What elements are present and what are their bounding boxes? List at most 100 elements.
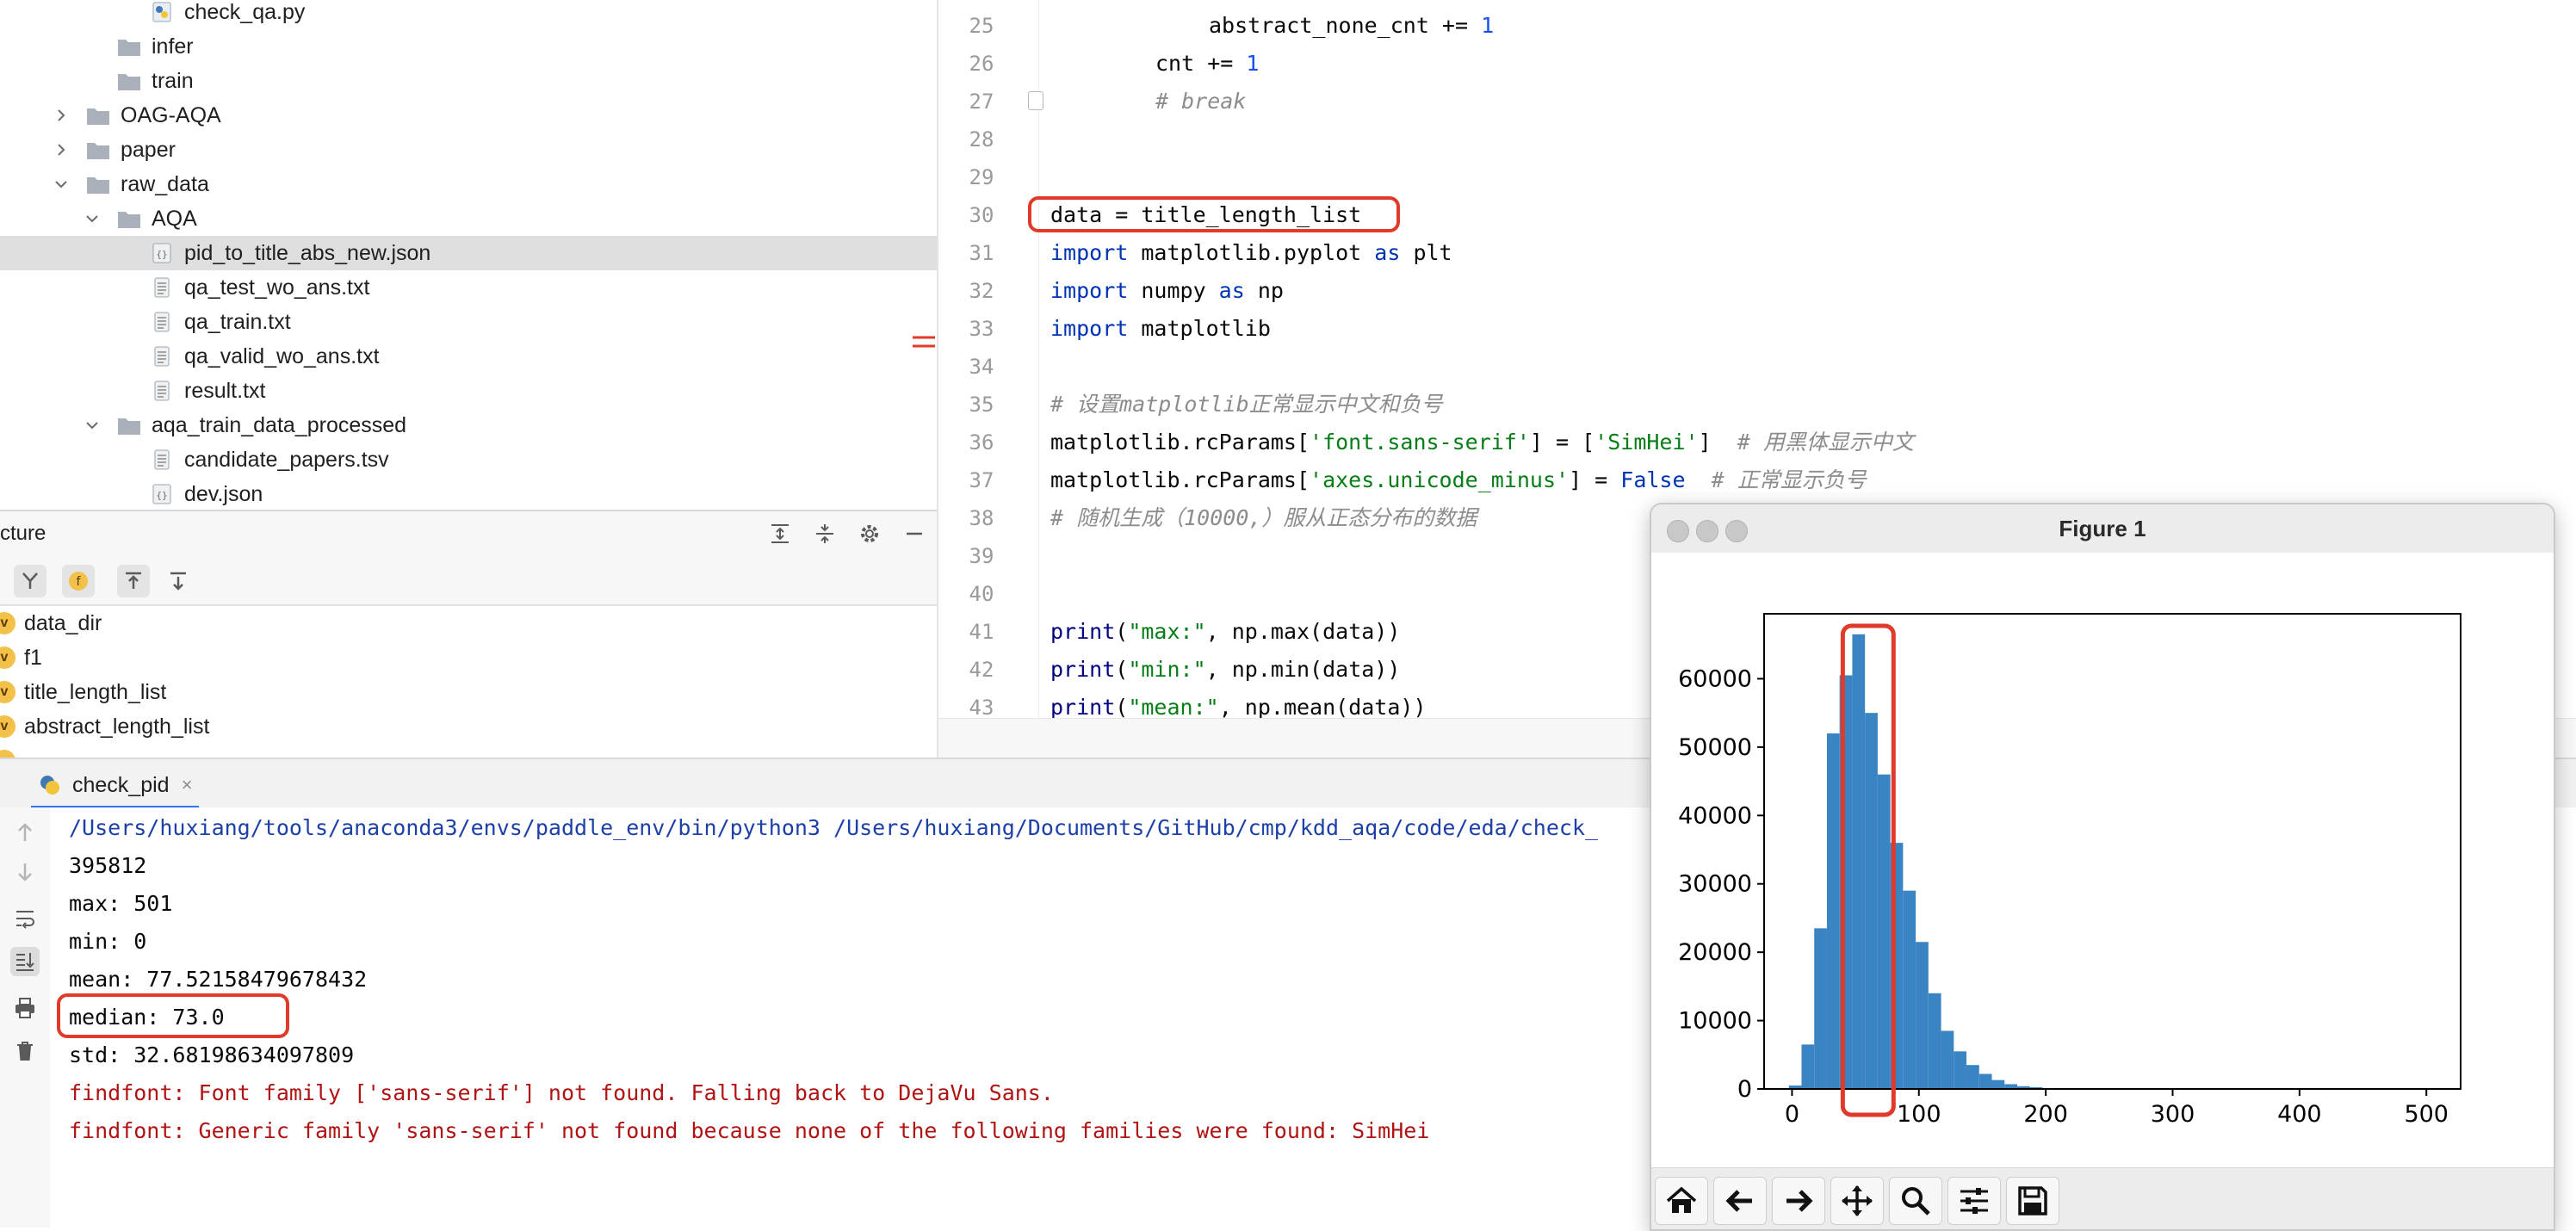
histogram-bar <box>1865 713 1878 1089</box>
scroll-to-end-icon[interactable] <box>10 947 40 976</box>
matplotlib-figure-window[interactable]: Figure 1 0100200300400500 01000020000300… <box>1650 503 2555 1231</box>
x-axis-ticks: 0100200300400500 <box>1785 1089 2449 1128</box>
tree-item-pid-to-title-abs-new[interactable]: {} pid_to_title_abs_new.json <box>0 236 937 270</box>
y-tick-label: 50000 <box>1678 734 1752 761</box>
console-line: findfont: Font family ['sans-serif'] not… <box>69 1074 1054 1112</box>
code-token: ( <box>1115 695 1128 718</box>
code-token: 1 <box>1246 51 1259 76</box>
minimize-icon[interactable] <box>901 520 928 547</box>
tree-item-paper[interactable]: paper <box>0 133 937 167</box>
tree-item-train[interactable]: train <box>0 64 937 98</box>
soft-wrap-icon[interactable] <box>10 904 40 933</box>
structure-item-partial[interactable] <box>0 744 24 758</box>
tree-item-result[interactable]: result.txt <box>0 374 937 408</box>
code-line-31: import matplotlib.pyplot as plt <box>1050 234 1452 272</box>
code-token <box>1686 467 1712 492</box>
run-side-toolbar <box>0 807 51 1228</box>
structure-item-label: f1 <box>24 646 42 671</box>
tree-item-qa-valid[interactable]: qa_valid_wo_ans.txt <box>0 339 937 374</box>
x-tick-label: 400 <box>2277 1101 2322 1128</box>
code-token: ( <box>1115 657 1128 682</box>
code-token: , np.min(data)) <box>1206 657 1401 682</box>
histogram-bar <box>1916 942 1929 1089</box>
pan-move-icon[interactable] <box>1830 1177 1884 1225</box>
code-token: ] = <box>1569 467 1620 492</box>
histogram-bars <box>1789 634 2081 1089</box>
trash-icon[interactable] <box>10 1036 40 1066</box>
histogram-bar <box>1852 634 1865 1089</box>
code-token: matplotlib <box>1119 392 1249 417</box>
expand-all-icon[interactable] <box>766 520 794 547</box>
gear-icon[interactable] <box>856 520 883 547</box>
autoscroll-from-source-icon[interactable] <box>162 565 195 597</box>
line-number: 27 <box>938 83 1025 121</box>
tree-item-dev-json[interactable]: {} dev.json <box>0 477 937 510</box>
line-number-gutter: 25 26 27 28 29 30 31 32 33 34 35 36 37 3… <box>938 0 1039 718</box>
show-fields-icon[interactable]: f <box>62 565 95 597</box>
close-icon[interactable]: × <box>182 774 193 796</box>
structure-item-data-dir[interactable]: v data_dir <box>0 606 102 640</box>
json-file-icon: {} <box>150 483 174 505</box>
code-token: 10000, <box>1184 505 1261 530</box>
structure-item-f1[interactable]: v f1 <box>0 640 42 675</box>
forward-arrow-icon[interactable] <box>1772 1177 1825 1225</box>
chevron-down-icon[interactable] <box>84 418 100 433</box>
tree-item-aqa-train-data-processed[interactable]: aqa_train_data_processed <box>0 408 937 442</box>
chevron-down-icon[interactable] <box>84 211 100 226</box>
save-disk-icon[interactable] <box>2006 1177 2059 1225</box>
tree-item-aqa[interactable]: AQA <box>0 201 937 236</box>
tree-item-infer[interactable]: infer <box>0 29 937 64</box>
chevron-right-icon[interactable] <box>53 142 69 158</box>
code-line-25: abstract_none_cnt += 1 <box>1209 7 1494 45</box>
code-token: 'font.sans-serif' <box>1310 430 1530 455</box>
back-arrow-icon[interactable] <box>1713 1177 1767 1225</box>
home-icon[interactable] <box>1655 1177 1708 1225</box>
structure-item-abstract-length-list[interactable]: v abstract_length_list <box>0 709 209 744</box>
structure-item-title-length-list[interactable]: v title_length_list <box>0 675 166 709</box>
y-tick-label: 30000 <box>1678 871 1752 898</box>
structure-toolbar: f <box>0 556 937 606</box>
tree-item-candidate-papers[interactable]: candidate_papers.tsv <box>0 442 937 477</box>
structure-panel-title: cture <box>0 522 46 546</box>
fold-marker-icon[interactable] <box>1028 91 1043 110</box>
code-line-35: # 设置matplotlib正常显示中文和负号 <box>1050 386 1443 424</box>
code-token: ）服从正态分布的数据 <box>1261 505 1477 530</box>
collapse-all-icon[interactable] <box>811 520 839 547</box>
tree-item-label: AQA <box>152 207 197 232</box>
zoom-magnifier-icon[interactable] <box>1889 1177 1942 1225</box>
figure-canvas[interactable]: 0100200300400500 01000020000300004000050… <box>1651 553 2554 1167</box>
autoscroll-to-source-icon[interactable] <box>117 565 150 597</box>
tree-item-qa-test[interactable]: qa_test_wo_ans.txt <box>0 270 937 305</box>
structure-item-label: abstract_length_list <box>24 714 209 739</box>
chevron-down-icon[interactable] <box>53 176 69 192</box>
tab-check-pid[interactable]: check_pid × <box>31 764 199 809</box>
tree-item-check-qa[interactable]: check_qa.py <box>0 0 937 29</box>
folder-icon <box>117 414 141 436</box>
code-token: ] <box>1699 430 1737 455</box>
code-token: , np.max(data)) <box>1206 619 1401 644</box>
tree-item-label: aqa_train_data_processed <box>152 413 406 438</box>
figure-titlebar[interactable]: Figure 1 <box>1651 504 2554 554</box>
tree-item-oag-aqa[interactable]: OAG-AQA <box>0 98 937 133</box>
x-tick-label: 500 <box>2404 1101 2449 1128</box>
show-inherited-icon[interactable] <box>14 565 46 597</box>
figure-title: Figure 1 <box>1651 504 2554 553</box>
tree-item-raw-data[interactable]: raw_data <box>0 167 937 201</box>
histogram-bar <box>1979 1074 1992 1089</box>
code-token: import <box>1050 240 1128 265</box>
chevron-right-icon[interactable] <box>53 108 69 123</box>
histogram-bar <box>1814 928 1827 1089</box>
line-number: 36 <box>938 424 1025 461</box>
arrow-down-icon[interactable] <box>10 857 40 887</box>
code-token: print <box>1050 619 1115 644</box>
tree-item-label: paper <box>121 138 176 163</box>
configure-subplots-icon[interactable] <box>1947 1177 2001 1225</box>
tree-item-qa-train[interactable]: qa_train.txt <box>0 305 937 339</box>
code-line-38: # 随机生成（10000,）服从正态分布的数据 <box>1050 499 1477 537</box>
x-tick-label: 0 <box>1785 1101 1799 1128</box>
arrow-up-icon[interactable] <box>10 818 40 847</box>
print-icon[interactable] <box>10 993 40 1023</box>
code-token: 'axes.unicode_minus' <box>1310 467 1569 492</box>
python-run-icon <box>38 773 62 797</box>
change-marker-icon <box>911 332 937 351</box>
